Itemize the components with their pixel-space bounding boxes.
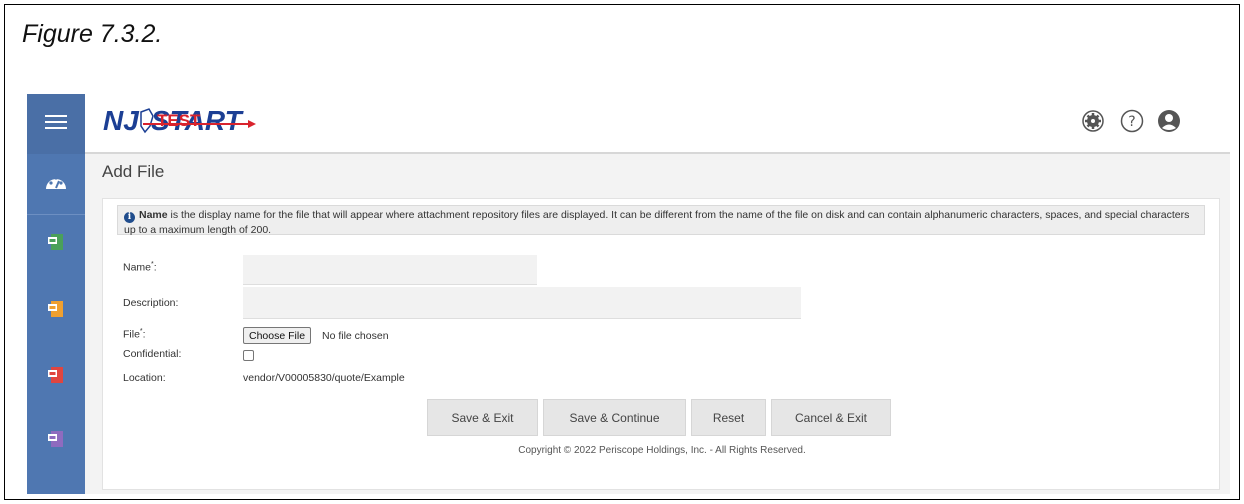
info-banner: i Name is the display name for the file t… [117,205,1205,236]
save-continue-button[interactable]: Save & Continue [543,399,686,436]
dashboard-icon [44,172,68,197]
menu-icon [45,114,67,135]
sidebar-item-green-doc[interactable] [27,219,85,269]
help-icon[interactable]: ? [1119,108,1145,134]
name-label: Name*: [123,261,157,274]
figure-caption: Figure 7.3.2. [22,20,163,48]
sidebar-item-red-doc[interactable] [27,352,85,402]
name-input[interactable] [243,255,537,285]
green-document-icon [47,232,65,257]
top-header: NJ START TEST ? [85,94,1230,154]
page-title: Add File [102,162,165,181]
orange-document-icon [47,299,65,324]
sidebar-item-purple-doc[interactable] [27,416,85,466]
copyright-text: Copyright © 2022 Periscope Holdings, Inc… [518,445,806,456]
user-icon[interactable] [1156,108,1182,134]
menu-button[interactable] [27,94,85,154]
sidebar-item-orange-doc[interactable] [27,286,85,336]
location-label: Location: [123,372,166,384]
purple-document-icon [47,429,65,454]
info-icon: i [124,212,135,223]
confidential-checkbox[interactable] [243,350,254,361]
svg-text:TEST: TEST [157,111,201,130]
info-text: is the display name for the file that wi… [124,209,1190,236]
save-exit-button[interactable]: Save & Exit [427,399,538,436]
info-bold-text: Name [139,209,168,221]
gear-icon[interactable] [1080,108,1106,134]
sidebar-item-dashboard[interactable] [27,154,85,214]
add-file-form: i Name is the display name for the file t… [102,198,1220,490]
reset-button[interactable]: Reset [691,399,766,436]
confidential-label: Confidential: [123,348,182,360]
choose-file-button[interactable]: Choose File [243,327,312,344]
description-input[interactable] [243,287,801,319]
location-value: vendor/V00005830/quote/Example [243,372,405,384]
app-content: NJ START TEST ? Add File i Name is the di… [85,94,1230,494]
svg-text:NJ: NJ [103,105,140,136]
cancel-exit-button[interactable]: Cancel & Exit [771,399,891,436]
njstart-logo[interactable]: NJ START TEST [103,104,273,143]
sidebar-divider [27,214,85,215]
svg-text:?: ? [1128,114,1135,130]
file-label: File*: [123,328,146,341]
sidebar [27,94,85,494]
description-label: Description: [123,297,179,309]
red-document-icon [47,365,65,390]
file-status: No file chosen [322,330,389,342]
